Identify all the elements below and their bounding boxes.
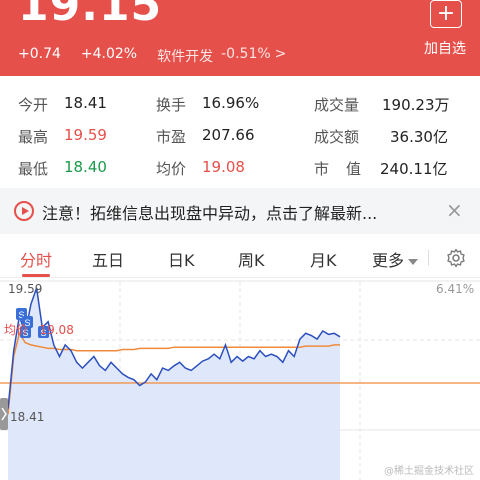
amount-label: 成交额 [314, 128, 360, 146]
tab-more[interactable]: 更多 [372, 247, 419, 271]
plus-icon: + [436, 1, 456, 26]
open-value: 18.41 [64, 94, 107, 112]
chart-top-price: 19.59 [8, 282, 43, 296]
add-watchlist-label[interactable]: 加自选 [424, 38, 466, 58]
avg-label: 均价 [156, 160, 187, 178]
sector-pct[interactable]: -0.51% [221, 46, 271, 66]
add-watchlist-button[interactable]: + [430, 0, 462, 28]
pe-value: 207.66 [202, 126, 255, 144]
gear-icon[interactable] [446, 248, 466, 268]
tab-active-indicator [22, 274, 50, 277]
tab-divider [428, 250, 429, 266]
chart-svg: SS SS [0, 280, 480, 480]
quote-header: 19.15 +0.74 +4.02% 软件开发 -0.51% > + 加自选 [0, 0, 480, 76]
avg-line-label-text: 均价 [4, 323, 29, 337]
mktcap-label-1: 市 [314, 160, 330, 178]
high-value: 19.59 [64, 126, 107, 144]
low-label: 最低 [18, 160, 49, 178]
mktcap-value: 240.11亿 [380, 160, 448, 178]
tab-weekly-k[interactable]: 周K [238, 247, 265, 271]
intraday-chart[interactable]: SSSS 19.59 6.41% 18.41 均价 19.08 [0, 280, 480, 480]
open-label: 今开 [18, 96, 49, 114]
turnover-value: 16.96% [202, 94, 260, 112]
chart-top-pct: 6.41% [436, 282, 475, 296]
tab-five-day[interactable]: 五日 [92, 247, 124, 271]
chevron-right-icon[interactable]: > [275, 46, 287, 66]
avg-line-value: 19.08 [39, 323, 74, 337]
play-circle-icon [14, 201, 34, 221]
current-price: 19.15 [18, 0, 163, 31]
chart-bottom-price: 18.41 [10, 410, 45, 424]
tab-daily-k[interactable]: 日K [168, 247, 195, 271]
tab-monthly-k[interactable]: 月K [310, 247, 337, 271]
avg-value: 19.08 [202, 158, 245, 176]
change-row: +0.74 +4.02% 软件开发 -0.51% > [18, 46, 306, 66]
mktcap-label-2: 值 [346, 160, 362, 178]
sector-name[interactable]: 软件开发 [157, 46, 213, 66]
amount-value: 36.30亿 [390, 128, 448, 146]
tab-intraday[interactable]: 分时 [20, 247, 52, 271]
alert-banner[interactable]: 注意！拓维信息出现盘中异动，点击了解最新... × [0, 188, 480, 234]
quote-grid: 今开 18.41 最高 19.59 最低 18.40 换手 16.96% 市盈 … [0, 76, 480, 184]
price-change: +0.74 [18, 46, 61, 62]
price-change-pct: +4.02% [80, 46, 138, 62]
volume-label: 成交量 [314, 96, 360, 114]
caret-down-icon [408, 258, 419, 265]
chart-tabs: 分时 五日 日K 周K 月K 更多 [0, 238, 480, 278]
turnover-label: 换手 [156, 96, 187, 114]
low-value: 18.40 [64, 158, 107, 176]
alert-text[interactable]: 注意！拓维信息出现盘中异动，点击了解最新... [42, 200, 377, 224]
price-area-fill [8, 288, 340, 480]
volume-value: 190.23万 [382, 96, 450, 114]
avg-line-label: 均价 19.08 [4, 321, 74, 338]
pe-label: 市盈 [156, 128, 187, 146]
tab-more-label: 更多 [372, 251, 405, 270]
watermark: @稀土掘金技术社区 [384, 466, 474, 477]
high-label: 最高 [18, 128, 49, 146]
close-icon[interactable]: × [446, 198, 463, 222]
